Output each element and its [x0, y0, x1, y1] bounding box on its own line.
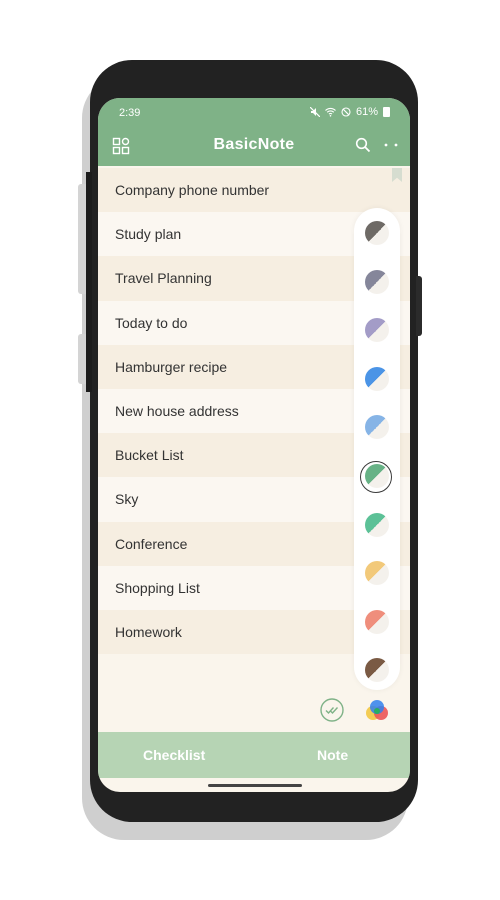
status-icons: 61% — [309, 106, 390, 118]
theme-color-icon[interactable] — [364, 698, 390, 724]
search-icon[interactable] — [355, 137, 371, 153]
check-all-icon[interactable] — [320, 698, 344, 722]
color-palette — [354, 208, 400, 690]
wifi-icon — [325, 107, 336, 117]
bottom-tab-bar: Checklist Note — [98, 732, 410, 778]
color-swatch[interactable] — [365, 221, 389, 245]
note-item[interactable]: Company phone number — [98, 168, 410, 213]
color-swatch[interactable] — [365, 658, 389, 683]
color-swatch[interactable] — [365, 415, 389, 440]
color-swatch[interactable] — [365, 269, 389, 294]
color-swatch[interactable] — [365, 464, 389, 488]
do-not-disturb-icon — [341, 107, 351, 117]
gesture-nav-handle[interactable] — [208, 784, 302, 787]
phone-screen: 2:39 61% BasicNote Company phone number … — [98, 98, 410, 792]
color-swatch[interactable] — [365, 366, 389, 391]
mute-icon — [309, 107, 320, 117]
color-swatch[interactable] — [365, 512, 389, 537]
phone-power-button — [416, 276, 422, 336]
color-swatch[interactable] — [365, 318, 389, 343]
tab-note[interactable]: Note — [317, 747, 348, 763]
status-time: 2:39 — [119, 107, 141, 119]
tab-checklist[interactable]: Checklist — [143, 747, 205, 763]
battery-percent: 61% — [355, 106, 378, 118]
phone-side-button-shadow — [78, 334, 86, 384]
app-bar: BasicNote — [98, 126, 410, 166]
more-icon[interactable] — [383, 137, 399, 153]
status-bar: 2:39 61% — [98, 98, 410, 126]
color-swatch[interactable] — [365, 609, 389, 634]
color-swatch[interactable] — [365, 561, 389, 586]
battery-icon — [383, 107, 390, 117]
phone-volume-button — [86, 172, 92, 392]
phone-side-button-shadow — [78, 184, 86, 294]
